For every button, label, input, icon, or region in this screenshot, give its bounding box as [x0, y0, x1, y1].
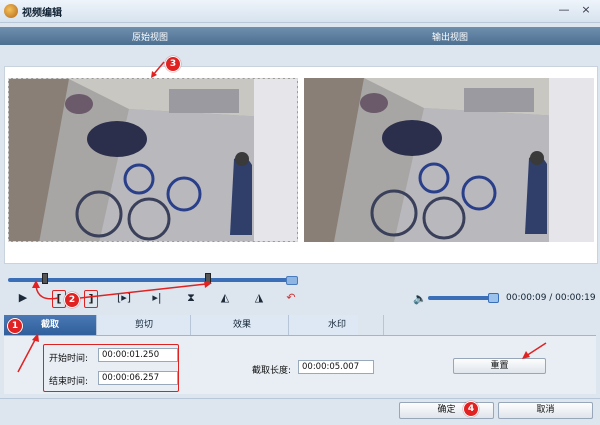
- video-scene-image: [9, 79, 297, 241]
- app-logo-icon: [4, 4, 18, 18]
- minimize-button[interactable]: —: [555, 2, 573, 18]
- video-scene-image: [304, 78, 594, 242]
- time-readout: 00:00:09 / 00:00:19: [506, 293, 596, 303]
- volume-icon[interactable]: 🔈: [413, 292, 427, 305]
- start-time-label: 开始时间:: [49, 354, 89, 364]
- tab-effect[interactable]: 效果: [196, 315, 289, 335]
- playhead-handle[interactable]: [286, 276, 298, 285]
- ok-button[interactable]: 确定: [399, 402, 494, 419]
- cancel-button[interactable]: 取消: [498, 402, 593, 419]
- annotation-arrow-2: [79, 281, 212, 299]
- window-title: 视频编辑: [22, 8, 62, 19]
- mark-in-icon[interactable]: ◭: [216, 290, 234, 306]
- tab-cut[interactable]: 剪切: [98, 315, 191, 335]
- mark-out-icon[interactable]: ◮: [250, 290, 268, 306]
- tab-watermark[interactable]: 水印: [291, 315, 384, 335]
- original-video-frame[interactable]: [8, 78, 298, 242]
- end-time-field[interactable]: [98, 371, 178, 385]
- annotation-arrow-reset: [522, 342, 547, 359]
- annotation-arrow-1: [17, 333, 39, 373]
- close-button[interactable]: ×: [577, 2, 595, 18]
- length-field[interactable]: [298, 360, 374, 374]
- output-view-label: 输出视图: [431, 33, 468, 43]
- original-view-label: 原始视图: [131, 33, 168, 43]
- annotation-arrow-2b: [32, 280, 59, 300]
- title-bar: [0, 0, 600, 23]
- volume-thumb[interactable]: [488, 293, 500, 303]
- start-time-field[interactable]: [98, 348, 178, 362]
- output-video-frame: [304, 78, 594, 242]
- length-label: 截取长度:: [252, 366, 292, 376]
- undo-icon[interactable]: ↶: [282, 290, 300, 306]
- annotation-arrow-3: [151, 61, 165, 78]
- annotation-badge-4: 4: [463, 401, 479, 417]
- end-time-label: 结束时间:: [49, 377, 89, 387]
